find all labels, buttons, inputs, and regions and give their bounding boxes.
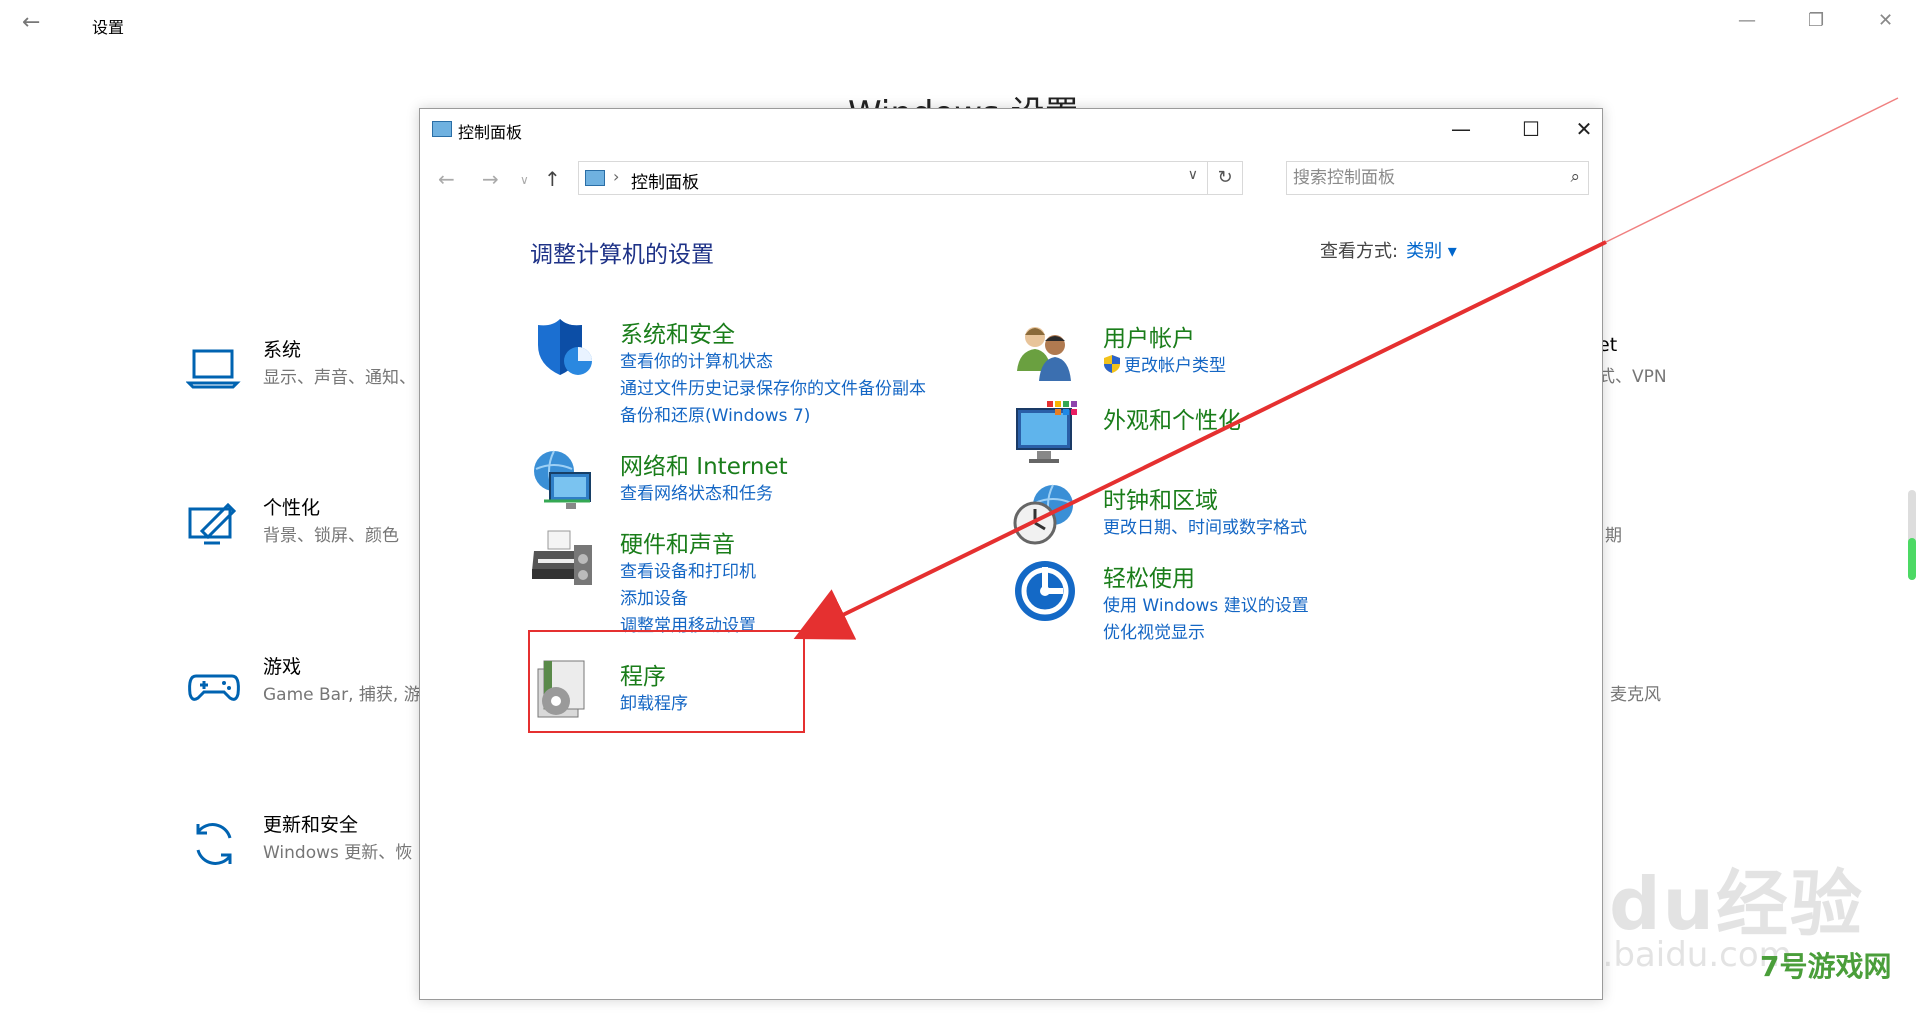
- settings-title: 设置: [92, 18, 125, 37]
- view-by: 查看方式: 类别 ▾: [1320, 237, 1457, 263]
- appearance-icon: [1016, 401, 1077, 463]
- tile-name: 游戏: [263, 656, 302, 678]
- link[interactable]: 添加设备: [620, 586, 756, 613]
- category-title[interactable]: 系统和安全: [620, 315, 735, 349]
- address-row: ← → ∨ ↑ › 控制面板 ∨ ↻ ⌕: [420, 161, 1602, 195]
- link[interactable]: 更改帐户类型: [1103, 353, 1226, 380]
- control-panel-window: 控制面板 — ☐ ✕ ← → ∨ ↑ › 控制面板 ∨ ↻ ⌕ 调整计算机的设置…: [419, 108, 1603, 1000]
- tile-fragment: 麦克风: [1610, 685, 1661, 705]
- address-bar[interactable]: › 控制面板 ∨ ↻: [578, 161, 1243, 195]
- view-by-label: 查看方式:: [1320, 241, 1399, 262]
- category-title[interactable]: 轻松使用: [1103, 559, 1195, 593]
- clock-globe-icon: [1013, 484, 1073, 545]
- chevron-right-icon[interactable]: ›: [613, 167, 619, 186]
- tile-name: 系统: [263, 339, 302, 361]
- maximize-button[interactable]: ☐: [1496, 109, 1566, 149]
- tile-desc: 显示、声音、通知、: [263, 368, 416, 388]
- link[interactable]: 查看设备和打印机: [620, 559, 756, 586]
- search-input[interactable]: [1291, 164, 1545, 192]
- tile-fragment: 期: [1605, 526, 1622, 546]
- personalize-icon: [188, 502, 237, 545]
- forward-icon[interactable]: →: [482, 167, 499, 191]
- control-panel-icon: [432, 121, 452, 137]
- tile-desc: 背景、锁屏、颜色: [263, 526, 399, 546]
- category-title[interactable]: 网络和 Internet: [620, 447, 788, 481]
- back-icon[interactable]: ←: [438, 167, 455, 191]
- settings-titlebar: ← 设置 — ❐ ✕: [0, 0, 1920, 48]
- tile-name: 个性化: [263, 497, 321, 519]
- recent-dropdown-icon[interactable]: ∨: [520, 173, 529, 187]
- laptop-icon: [186, 349, 241, 389]
- refresh-icon[interactable]: ↻: [1207, 162, 1242, 194]
- link[interactable]: 查看你的计算机状态: [620, 349, 926, 376]
- category-title[interactable]: 用户帐户: [1103, 319, 1195, 353]
- update-icon: [196, 823, 232, 865]
- users-icon: [1017, 327, 1071, 381]
- uac-shield-icon: [1104, 355, 1120, 373]
- settings-scrollbar[interactable]: [1908, 490, 1916, 580]
- tile-desc: Game Bar, 捕获, 游: [263, 685, 421, 705]
- close-button[interactable]: ✕: [1566, 109, 1602, 149]
- cp-window-title: 控制面板: [458, 123, 523, 142]
- link[interactable]: 通过文件历史记录保存你的文件备份副本: [620, 376, 926, 403]
- tile-name: 更新和安全: [263, 814, 359, 836]
- close-icon[interactable]: ✕: [1878, 10, 1893, 31]
- minimize-button[interactable]: —: [1426, 109, 1496, 149]
- minimize-icon[interactable]: —: [1738, 10, 1756, 31]
- ease-of-access-icon: [1015, 561, 1075, 621]
- printer-icon: [532, 530, 592, 585]
- category-title[interactable]: 时钟和区域: [1103, 481, 1218, 515]
- network-globe-icon: [534, 450, 591, 509]
- address-path[interactable]: 控制面板: [631, 168, 699, 193]
- view-by-dropdown[interactable]: 类别 ▾: [1406, 241, 1457, 262]
- page-title: 调整计算机的设置: [530, 242, 714, 268]
- shield-icon: [538, 319, 592, 375]
- chevron-down-icon[interactable]: ∨: [1188, 167, 1198, 183]
- search-box[interactable]: ⌕: [1286, 161, 1589, 195]
- restore-icon[interactable]: ❐: [1808, 10, 1824, 31]
- link[interactable]: 使用 Windows 建议的设置: [1103, 593, 1309, 620]
- control-panel-icon: [585, 170, 605, 186]
- category-title[interactable]: 外观和个性化: [1103, 401, 1241, 435]
- corner-logo: 7号游戏网: [1760, 950, 1892, 983]
- search-icon[interactable]: ⌕: [1570, 167, 1580, 187]
- gamepad-icon: [188, 674, 240, 701]
- back-arrow-icon[interactable]: ←: [22, 10, 40, 35]
- link[interactable]: 更改日期、时间或数字格式: [1103, 515, 1307, 542]
- highlight-box: [528, 630, 805, 733]
- category-title[interactable]: 硬件和声音: [620, 525, 735, 559]
- up-icon[interactable]: ↑: [544, 167, 561, 191]
- tile-fragment: 式、VPN: [1598, 367, 1667, 387]
- tile-desc: Windows 更新、恢: [263, 843, 413, 863]
- link[interactable]: 优化视觉显示: [1103, 620, 1309, 647]
- link-text[interactable]: 更改帐户类型: [1124, 356, 1226, 376]
- link[interactable]: 查看网络状态和任务: [620, 481, 773, 508]
- link[interactable]: 备份和还原(Windows 7): [620, 403, 926, 430]
- cp-titlebar: 控制面板 — ☐ ✕: [420, 109, 1602, 149]
